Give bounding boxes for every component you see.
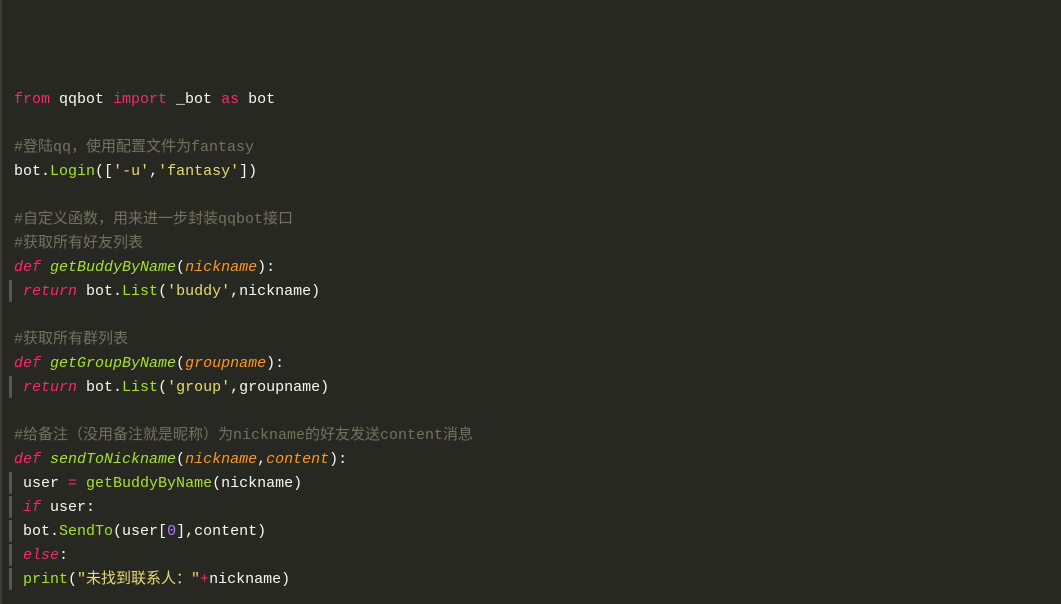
code-token: (nickname) (212, 475, 302, 492)
code-line[interactable]: return bot.List('buddy',nickname) (14, 280, 1061, 304)
code-token: '-u' (113, 163, 149, 180)
code-token: user (14, 475, 68, 492)
indent-guide (9, 544, 12, 566)
code-token: , (257, 451, 266, 468)
code-token: ]) (239, 163, 257, 180)
code-line[interactable]: if user: (14, 496, 1061, 520)
code-token: = (68, 475, 77, 492)
code-line[interactable]: else: (14, 544, 1061, 568)
code-token: + (200, 571, 209, 588)
code-line[interactable]: #获取所有群列表 (14, 328, 1061, 352)
code-token: from (14, 91, 59, 108)
code-token: ( (158, 283, 167, 300)
code-token: Login (50, 163, 95, 180)
code-line[interactable]: user = getBuddyByName(nickname) (14, 472, 1061, 496)
code-token: 'group' (167, 379, 230, 396)
indent-guide (9, 520, 12, 542)
code-token: import (113, 91, 176, 108)
code-token: def (14, 451, 50, 468)
code-token: #获取所有群列表 (14, 331, 128, 348)
code-line[interactable]: return bot.List('group',groupname) (14, 376, 1061, 400)
code-token: bot (14, 523, 50, 540)
code-token: ([ (95, 163, 113, 180)
code-line[interactable]: bot.Login(['-u','fantasy']) (14, 160, 1061, 184)
indent-guide (9, 568, 12, 590)
code-token: bot (14, 163, 41, 180)
code-editor[interactable]: from qqbot import _bot as bot #登陆qq，使用配置… (14, 88, 1061, 592)
code-token: . (41, 163, 50, 180)
code-token: ): (266, 355, 284, 372)
code-token: ,groupname) (230, 379, 329, 396)
code-token: . (50, 523, 59, 540)
code-token: qqbot (59, 91, 113, 108)
code-line[interactable]: #给备注（没用备注就是昵称）为nickname的好友发送content消息 (14, 424, 1061, 448)
code-token: ): (329, 451, 347, 468)
code-token: , (149, 163, 158, 180)
code-line[interactable]: print("未找到联系人："+nickname) (14, 568, 1061, 592)
code-token: ( (176, 451, 185, 468)
code-line[interactable]: bot.SendTo(user[0],content) (14, 520, 1061, 544)
code-token: #登陆qq，使用配置文件为fantasy (14, 139, 254, 156)
code-token: if (14, 499, 50, 516)
code-line[interactable] (14, 112, 1061, 136)
code-token: _bot (176, 91, 221, 108)
code-token: ( (176, 355, 185, 372)
code-token: ],content) (176, 523, 266, 540)
code-token: bot (248, 91, 275, 108)
code-line[interactable]: #自定义函数，用来进一步封装qqbot接口 (14, 208, 1061, 232)
code-line[interactable] (14, 304, 1061, 328)
code-token: 'buddy' (167, 283, 230, 300)
code-token: ( (68, 571, 77, 588)
code-line[interactable]: #获取所有好友列表 (14, 232, 1061, 256)
code-line[interactable]: from qqbot import _bot as bot (14, 88, 1061, 112)
code-line[interactable] (14, 184, 1061, 208)
code-token: nickname (185, 451, 257, 468)
code-token: #给备注（没用备注就是昵称）为nickname的好友发送content消息 (14, 427, 473, 444)
indent-guide (9, 472, 12, 494)
indent-guide (9, 496, 12, 518)
code-line[interactable]: def sendToNickname(nickname,content): (14, 448, 1061, 472)
code-token: ( (158, 379, 167, 396)
code-token: getBuddyByName (50, 259, 176, 276)
code-token: print (14, 571, 68, 588)
code-token: def (14, 355, 50, 372)
code-token: ,nickname) (230, 283, 320, 300)
code-token: return (14, 283, 86, 300)
code-token: nickname) (209, 571, 290, 588)
code-token: getBuddyByName (86, 475, 212, 492)
code-token: else (14, 547, 59, 564)
code-token: getGroupByName (50, 355, 176, 372)
code-token: def (14, 259, 50, 276)
code-token (77, 475, 86, 492)
code-token: sendToNickname (50, 451, 176, 468)
code-token: nickname (185, 259, 257, 276)
code-token: List (122, 379, 158, 396)
code-token: ( (176, 259, 185, 276)
code-token: #自定义函数，用来进一步封装qqbot接口 (14, 211, 293, 228)
code-token: "未找到联系人：" (77, 571, 200, 588)
code-token: bot (86, 379, 113, 396)
code-token: SendTo (59, 523, 113, 540)
code-token: as (221, 91, 248, 108)
code-line[interactable]: def getGroupByName(groupname): (14, 352, 1061, 376)
code-token: (user[ (113, 523, 167, 540)
code-token: List (122, 283, 158, 300)
indent-guide (9, 280, 12, 302)
code-line[interactable]: def getBuddyByName(nickname): (14, 256, 1061, 280)
indent-guide (9, 376, 12, 398)
code-token: 'fantasy' (158, 163, 239, 180)
code-token: user: (50, 499, 95, 516)
code-token: content (266, 451, 329, 468)
code-line[interactable] (14, 400, 1061, 424)
code-token: #获取所有好友列表 (14, 235, 143, 252)
code-token: . (113, 379, 122, 396)
code-token: groupname (185, 355, 266, 372)
code-token: . (113, 283, 122, 300)
code-token: 0 (167, 523, 176, 540)
code-token: : (59, 547, 68, 564)
code-token: return (14, 379, 86, 396)
code-line[interactable]: #登陆qq，使用配置文件为fantasy (14, 136, 1061, 160)
code-token: ): (257, 259, 275, 276)
code-token: bot (86, 283, 113, 300)
